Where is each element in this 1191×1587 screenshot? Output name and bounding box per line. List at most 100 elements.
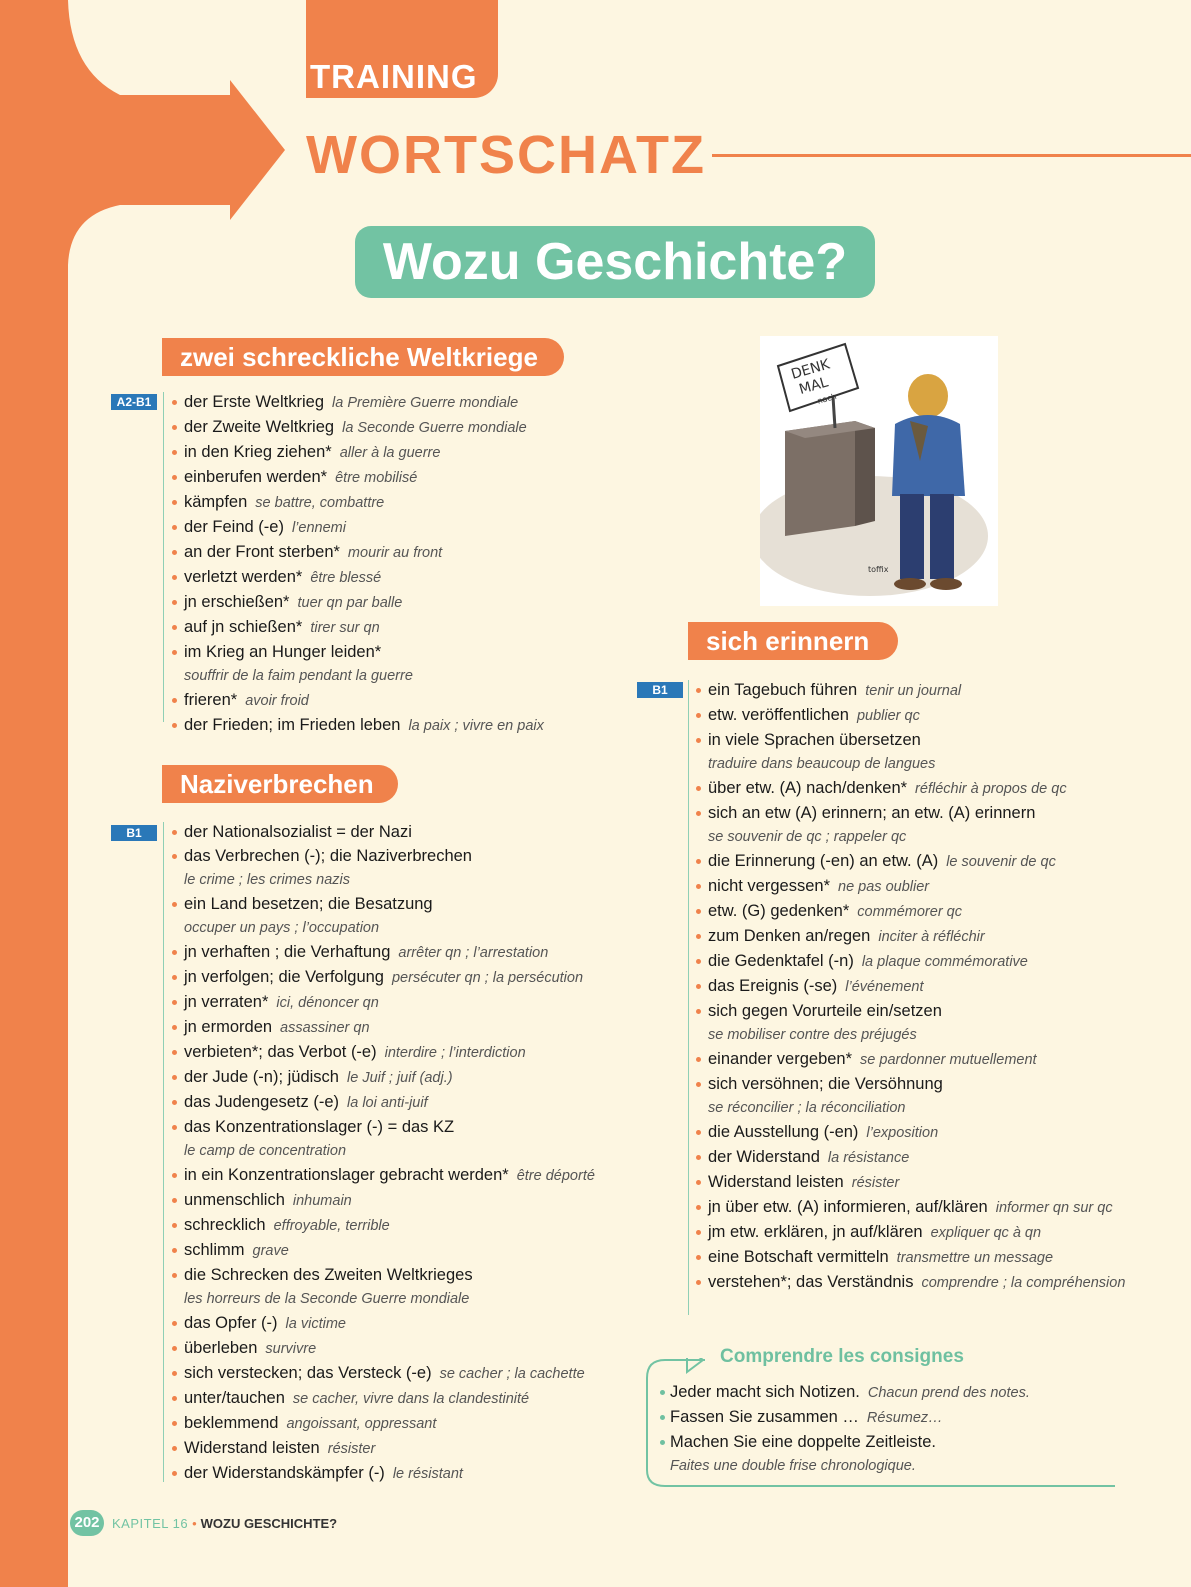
vocab-french: se mobiliser contre des préjugés [708,1027,917,1043]
vocab-item: der Zweite Weltkrieg la Seconde Guerre mo… [172,415,544,440]
page-number: 202 [70,1510,104,1536]
page-title: Wozu Geschichte? [355,226,875,298]
vocab-german: etw. (G) gedenken* [708,902,850,920]
vocab-french: aller à la guerre [339,445,441,461]
page-footer: 202 KAPITEL 16 • WOZU GESCHICHTE? [70,1510,337,1536]
vocab-item: jn verfolgen; die Verfolgung persécuter q… [172,965,595,990]
vocab-german: frieren* [184,691,238,709]
level-badge: A2-B1 [111,394,157,410]
vocab-german: der Widerstandskämpfer (-) [184,1464,385,1482]
vocab-german: der Zweite Weltkrieg [184,418,335,436]
vocab-item: etw. (G) gedenken* commémorer qc [696,899,1125,924]
vocab-item: das Judengesetz (-e) la loi anti-juif [172,1090,595,1115]
vocab-german: verletzt werden* [184,568,303,586]
vocab-german: Fassen Sie zusammen … [670,1408,859,1426]
vocab-german: einander vergeben* [708,1050,853,1068]
chapter-label: KAPITEL 16 [112,1515,189,1531]
section-heading-weltkriege: zwei schreckliche Weltkriege [162,338,564,376]
vocab-german: in den Krieg ziehen* [184,443,332,461]
vocab-french: occuper un pays ; l’occupation [184,920,380,936]
vocab-german: Machen Sie eine doppelte Zeitleiste. [670,1433,936,1451]
vocab-german: auf jn schießen* [184,618,303,636]
vocab-item: der Frieden; im Frieden leben la paix ; v… [172,713,544,738]
vocab-item: kämpfen se battre, combattre [172,490,544,515]
vocab-item: Machen Sie eine doppelte Zeitleiste. Fait… [660,1430,1030,1478]
vocab-french: la Première Guerre mondiale [332,395,519,411]
vocab-french: commémorer qc [857,904,962,920]
vocab-item: in den Krieg ziehen* aller à la guerre [172,440,544,465]
vocab-french: l’événement [845,979,924,995]
vocab-french: assassiner qn [280,1020,370,1036]
consignes-list: Jeder macht sich Notizen. Chacun prend de… [660,1380,1030,1478]
vocab-french: la victime [285,1316,346,1332]
vocab-french: transmettre un message [896,1250,1054,1266]
heading-rule [712,154,1191,157]
vocab-french: expliquer qc à qn [930,1225,1042,1241]
vocab-german: in ein Konzentrationslager gebracht werd… [184,1166,509,1184]
vocab-item: jn über etw. (A) informieren, auf/klären… [696,1195,1125,1220]
vocab-french: l’ennemi [291,520,346,536]
vocab-german: ein Land besetzen; die Besatzung [184,895,433,913]
vocab-german: der Nationalsozialist = der Nazi [184,823,412,841]
vocab-item: die Ausstellung (-en) l’exposition [696,1120,1125,1145]
vocab-french: la loi anti-juif [347,1095,428,1111]
vocab-french: les horreurs de la Seconde Guerre mondia… [184,1291,470,1307]
section-rule [163,392,164,722]
wortschatz-heading: WORTSCHATZ [306,125,706,185]
vocab-french: interdire ; l’interdiction [384,1045,526,1061]
vocab-item: ein Land besetzen; die Besatzung occuper … [172,892,595,940]
vocab-french: se pardonner mutuellement [860,1052,1037,1068]
vocab-french: le camp de concentration [184,1143,347,1159]
vocab-french: comprendre ; la compréhension [921,1275,1126,1291]
vocab-item: ein Tagebuch führen tenir un journal [696,678,1125,703]
vocab-german: das Verbrechen (-); die Naziverbrechen [184,847,472,865]
vocab-french: Faites une double frise chronologique. [670,1458,916,1474]
vocab-item: beklemmend angoissant, oppressant [172,1411,595,1436]
vocab-german: das Ereignis (-se) [708,977,838,995]
vocab-french: le souvenir de qc [946,854,1056,870]
vocab-french: réfléchir à propos de qc [915,781,1067,797]
vocab-item: einberufen werden* être mobilisé [172,465,544,490]
vocab-german: jm etw. erklären, jn auf/klären [708,1223,923,1241]
vocab-item: jn ermorden assassiner qn [172,1015,595,1040]
vocab-french: se battre, combattre [255,495,385,511]
vocab-french: la paix ; vivre en paix [408,718,544,734]
vocab-list-naziverbrechen: der Nationalsozialist = der Nazi das Verb… [172,820,595,1486]
vocab-item: über etw. (A) nach/denken* réfléchir à pr… [696,776,1125,801]
vocab-item: im Krieg an Hunger leiden* souffrir de la… [172,640,544,688]
vocab-german: jn ermorden [184,1018,273,1036]
vocab-french: résister [851,1175,900,1191]
vocab-french: mourir au front [347,545,443,561]
vocab-item: die Erinnerung (-en) an etw. (A) le souve… [696,849,1125,874]
level-badge: B1 [637,682,683,698]
vocab-german: beklemmend [184,1414,279,1432]
vocab-german: die Erinnerung (-en) an etw. (A) [708,852,939,870]
vocab-french: tirer sur qn [310,620,380,636]
vocab-item: die Schrecken des Zweiten Weltkrieges les… [172,1263,595,1311]
vocab-french: le Juif ; juif (adj.) [347,1070,453,1086]
vocab-item: jn verraten* ici, dénoncer qn [172,990,595,1015]
vocab-french: être mobilisé [335,470,418,486]
vocab-item: verbieten*; das Verbot (-e) interdire ; l… [172,1040,595,1065]
vocab-german: die Ausstellung (-en) [708,1123,859,1141]
vocab-german: jn verhaften ; die Verhaftung [184,943,391,961]
vocab-german: jn über etw. (A) informieren, auf/klären [708,1198,988,1216]
vocab-item: unter/tauchen se cacher, vivre dans la cl… [172,1386,595,1411]
vocab-item: in ein Konzentrationslager gebracht werd… [172,1163,595,1188]
vocab-item: das Verbrechen (-); die Naziverbrechen le… [172,844,595,892]
vocab-french: tuer qn par balle [297,595,403,611]
vocab-french: la résistance [827,1150,910,1166]
vocab-german: ein Tagebuch führen [708,681,858,699]
vocab-german: das Konzentrationslager (-) = das KZ [184,1118,455,1136]
vocab-german: in viele Sprachen übersetzen [708,731,921,749]
vocab-french: Résumez… [866,1410,943,1426]
vocab-french: le crime ; les crimes nazis [184,872,350,888]
vocab-item: jn verhaften ; die Verhaftung arrêter qn … [172,940,595,965]
vocab-german: der Frieden; im Frieden leben [184,716,401,734]
vocab-german: Jeder macht sich Notizen. [670,1383,860,1401]
vocab-item: verletzt werden* être blessé [172,565,544,590]
vocab-german: sich an etw (A) erinnern; an etw. (A) er… [708,804,1036,822]
bullet-icon: • [192,1515,197,1531]
cartoon-drawing: DENK MAL nach toffix [752,342,988,596]
vocab-french: se réconcilier ; la réconciliation [708,1100,906,1116]
